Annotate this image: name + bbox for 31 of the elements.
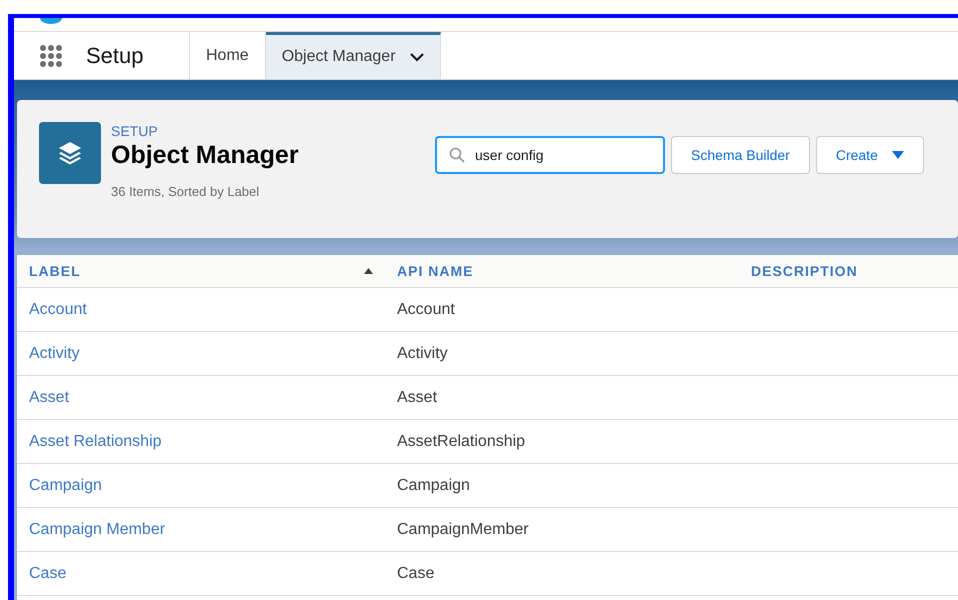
table-cell: Activity bbox=[397, 344, 448, 362]
sort-up-icon[interactable] bbox=[364, 268, 373, 274]
app-launcher-icon[interactable] bbox=[40, 44, 62, 66]
breadcrumb: SETUP bbox=[111, 122, 159, 140]
create-dropdown[interactable]: Create bbox=[816, 136, 924, 174]
app-name: Setup bbox=[86, 42, 144, 70]
search-icon bbox=[449, 147, 465, 163]
column-header[interactable]: LABEL bbox=[29, 260, 81, 282]
schema-builder-button[interactable]: Schema Builder bbox=[671, 136, 810, 174]
object-link[interactable]: Campaign bbox=[29, 476, 102, 494]
search-field[interactable]: user config bbox=[435, 136, 665, 174]
column-header[interactable]: DESCRIPTION bbox=[751, 260, 858, 282]
object-link[interactable]: Account bbox=[29, 300, 87, 318]
caret-down-icon bbox=[892, 151, 904, 159]
table-cell: CampaignMember bbox=[397, 520, 529, 538]
table-cell: AssetRelationship bbox=[397, 432, 526, 450]
object-link[interactable]: Campaign Member bbox=[29, 520, 166, 538]
nav-tab[interactable]: Object Manager bbox=[266, 32, 441, 79]
object-link[interactable]: Activity bbox=[29, 344, 80, 362]
table-cell: Account bbox=[397, 300, 455, 318]
logo-icon bbox=[40, 18, 62, 24]
page-title: Object Manager bbox=[111, 140, 300, 170]
object-link[interactable]: Case bbox=[29, 564, 66, 582]
table-cell: Case bbox=[397, 564, 434, 582]
item-count: 36 Items, Sorted by Label bbox=[111, 183, 260, 201]
table-cell: Asset bbox=[397, 388, 438, 406]
object-link[interactable]: Asset Relationship bbox=[29, 432, 162, 450]
column-header[interactable]: API NAME bbox=[397, 260, 474, 282]
object-link[interactable]: Asset bbox=[29, 388, 70, 406]
table-cell: Campaign bbox=[397, 476, 470, 494]
layers-icon bbox=[57, 140, 83, 166]
